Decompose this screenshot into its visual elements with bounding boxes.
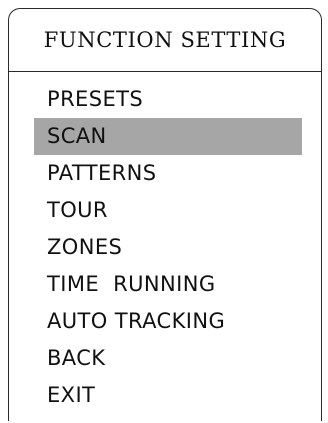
menu-item-patterns[interactable]: PATTERNS: [34, 155, 302, 192]
menu-item-scan[interactable]: SCAN: [34, 118, 302, 155]
menu-item-exit[interactable]: EXIT: [34, 377, 302, 414]
menu-item-auto-tracking[interactable]: AUTO TRACKING: [34, 303, 302, 340]
menu-item-time-running[interactable]: TIME RUNNING: [34, 266, 302, 303]
menu-list: PRESETS SCAN PATTERNS TOUR ZONES TIME RU…: [9, 81, 321, 414]
menu-item-presets[interactable]: PRESETS: [34, 81, 302, 118]
function-setting-menu: FUNCTION SETTING PRESETS SCAN PATTERNS T…: [8, 8, 322, 421]
menu-item-back[interactable]: BACK: [34, 340, 302, 377]
menu-item-tour[interactable]: TOUR: [34, 192, 302, 229]
menu-item-zones[interactable]: ZONES: [34, 229, 302, 266]
menu-title: FUNCTION SETTING: [9, 9, 321, 72]
